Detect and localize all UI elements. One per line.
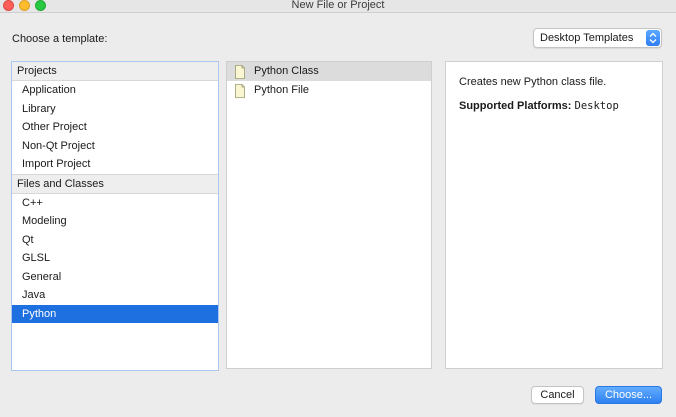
category-item-glsl[interactable]: GLSL — [12, 249, 218, 268]
category-item-other-project[interactable]: Other Project — [12, 118, 218, 137]
template-item-label: Python File — [254, 84, 310, 96]
chevron-updown-icon — [646, 30, 660, 46]
category-item-java[interactable]: Java — [12, 286, 218, 305]
window-title: New File or Project — [291, 0, 385, 11]
choose-button[interactable]: Choose... — [595, 386, 662, 404]
category-item-cpp[interactable]: C++ — [12, 194, 218, 213]
category-item-library[interactable]: Library — [12, 100, 218, 119]
python-file-icon — [235, 64, 245, 79]
template-list[interactable]: Python Class Python File — [226, 61, 432, 369]
template-details-panel: Creates new Python class file. Supported… — [445, 61, 663, 369]
category-item-import-project[interactable]: Import Project — [12, 155, 218, 174]
choose-template-label: Choose a template: — [12, 33, 108, 45]
template-description: Creates new Python class file. — [459, 76, 607, 88]
supported-platforms-label: Supported Platforms: — [459, 100, 572, 112]
window-titlebar: New File or Project — [0, 0, 676, 13]
supported-platforms: Supported Platforms: Desktop — [459, 100, 619, 112]
category-item-qt[interactable]: Qt — [12, 231, 218, 250]
category-group-header: Files and Classes — [12, 173, 218, 194]
category-item-python[interactable]: Python — [12, 304, 218, 323]
template-item-label: Python Class — [254, 65, 319, 77]
category-item-general[interactable]: General — [12, 268, 218, 287]
cancel-button[interactable]: Cancel — [531, 386, 584, 404]
category-item-modeling[interactable]: Modeling — [12, 212, 218, 231]
supported-platforms-value: Desktop — [574, 100, 619, 112]
template-filter-dropdown[interactable]: Desktop Templates — [533, 28, 662, 48]
category-list[interactable]: Projects Application Library Other Proje… — [11, 61, 219, 371]
category-item-application[interactable]: Application — [12, 81, 218, 100]
template-filter-value: Desktop Templates — [540, 32, 634, 44]
python-file-icon — [235, 83, 245, 98]
category-group-header: Projects — [12, 62, 218, 81]
category-item-non-qt-project[interactable]: Non-Qt Project — [12, 137, 218, 156]
template-item-python-class[interactable]: Python Class — [227, 62, 431, 81]
template-item-python-file[interactable]: Python File — [227, 81, 431, 100]
